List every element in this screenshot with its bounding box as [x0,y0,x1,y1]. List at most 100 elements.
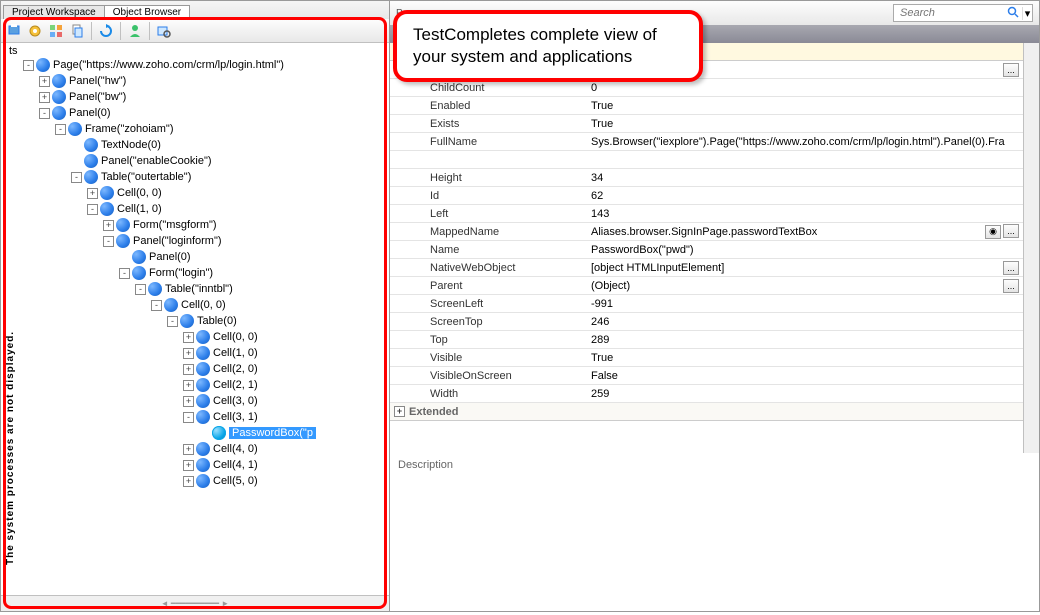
tree-node[interactable]: -Panel(0) [7,105,387,121]
tree-node[interactable]: +Cell(2, 0) [7,361,387,377]
print-icon[interactable] [5,22,23,40]
property-value[interactable]: False [585,370,1023,382]
value-action-button[interactable]: ... [1003,224,1019,238]
tree-node[interactable]: -Page("https://www.zoho.com/crm/lp/login… [7,57,387,73]
tree-node[interactable]: Panel(0) [7,249,387,265]
search-input[interactable] [894,5,1004,21]
value-action-button[interactable]: ... [1003,63,1019,77]
expand-icon[interactable]: + [103,220,114,231]
person-icon[interactable] [126,22,144,40]
tree-node[interactable]: TextNode(0) [7,137,387,153]
tree-node[interactable]: +Cell(0, 0) [7,329,387,345]
property-row[interactable]: Height34 [390,169,1023,187]
property-value[interactable]: PasswordBox("pwd") [585,244,1023,256]
grid-icon[interactable] [47,22,65,40]
property-value[interactable]: -991 [585,298,1023,310]
tree-node[interactable]: +Cell(4, 1) [7,457,387,473]
property-row[interactable]: Width259 [390,385,1023,403]
property-value[interactable]: 246 [585,316,1023,328]
property-value[interactable]: 34 [585,172,1023,184]
tree-node[interactable]: +Cell(0, 0) [7,185,387,201]
property-value[interactable]: True [585,100,1023,112]
property-row[interactable]: Id62 [390,187,1023,205]
property-row[interactable]: NamePasswordBox("pwd") [390,241,1023,259]
value-action-button[interactable]: ◉ [985,225,1001,239]
find-icon[interactable] [155,22,173,40]
value-action-button[interactable]: ... [1003,279,1019,293]
property-value[interactable]: True [585,352,1023,364]
expand-icon[interactable]: + [39,76,50,87]
tree-node[interactable]: +Cell(1, 0) [7,345,387,361]
collapse-icon[interactable]: - [71,172,82,183]
tree-node[interactable]: -Table("inntbl") [7,281,387,297]
property-row[interactable]: FullNameSys.Browser("iexplore").Page("ht… [390,133,1023,151]
tree-node[interactable]: PasswordBox("p [7,425,387,441]
object-tree[interactable]: ts -Page("https://www.zoho.com/crm/lp/lo… [1,43,389,595]
tab-object-browser[interactable]: Object Browser [104,5,190,19]
collapse-icon[interactable]: - [119,268,130,279]
tree-node[interactable]: -Form("login") [7,265,387,281]
tree-node[interactable]: -Panel("loginform") [7,233,387,249]
tree-node[interactable]: +Form("msgform") [7,217,387,233]
property-value[interactable]: 0 [585,82,1023,94]
horizontal-scrollbar[interactable]: ◄ ━━━━━━━━━━ ► [1,595,389,611]
expand-icon[interactable]: + [183,380,194,391]
tree-node[interactable]: +Cell(4, 0) [7,441,387,457]
tree-node[interactable]: -Cell(0, 0) [7,297,387,313]
collapse-icon[interactable]: - [55,124,66,135]
expand-extended-icon[interactable]: + [394,406,405,417]
property-value[interactable]: 62 [585,190,1023,202]
property-row[interactable]: ExistsTrue [390,115,1023,133]
collapse-icon[interactable]: - [23,60,34,71]
property-row[interactable]: VisibleTrue [390,349,1023,367]
property-value[interactable]: (Object)... [585,279,1023,293]
property-row[interactable]: Top289 [390,331,1023,349]
tree-node[interactable]: -Frame("zohoiam") [7,121,387,137]
expand-icon[interactable]: + [39,92,50,103]
property-row[interactable]: NativeWebObject[object HTMLInputElement]… [390,259,1023,277]
copy-icon[interactable] [68,22,86,40]
property-row[interactable]: ScreenLeft-991 [390,295,1023,313]
property-value[interactable]: True [585,118,1023,130]
collapse-icon[interactable]: - [39,108,50,119]
tree-node[interactable]: -Cell(3, 1) [7,409,387,425]
tree-node[interactable]: -Table("outertable") [7,169,387,185]
search-icon[interactable] [1004,6,1022,21]
property-value[interactable]: [object HTMLInputElement]... [585,261,1023,275]
gear-icon[interactable] [26,22,44,40]
tree-node[interactable]: -Cell(1, 0) [7,201,387,217]
property-row[interactable]: MappedNameAliases.browser.SignInPage.pas… [390,223,1023,241]
collapse-icon[interactable]: - [183,412,194,423]
expand-icon[interactable]: + [183,364,194,375]
tab-project-workspace[interactable]: Project Workspace [3,5,105,19]
expand-icon[interactable]: + [183,396,194,407]
search-dropdown-icon[interactable]: ▾ [1022,7,1032,20]
property-row[interactable] [390,151,1023,169]
expand-icon[interactable]: + [183,348,194,359]
collapse-icon[interactable]: - [103,236,114,247]
property-row[interactable]: VisibleOnScreenFalse [390,367,1023,385]
expand-icon[interactable]: + [183,444,194,455]
tree-node[interactable]: -Table(0) [7,313,387,329]
property-row[interactable]: EnabledTrue [390,97,1023,115]
tree-node[interactable]: +Cell(2, 1) [7,377,387,393]
tree-node[interactable]: +Cell(5, 0) [7,473,387,489]
property-row[interactable]: Parent(Object)... [390,277,1023,295]
collapse-icon[interactable]: - [151,300,162,311]
property-value[interactable]: 259 [585,388,1023,400]
property-value[interactable]: 143 [585,208,1023,220]
expand-icon[interactable]: + [87,188,98,199]
property-row[interactable]: Left143 [390,205,1023,223]
property-value[interactable]: 289 [585,334,1023,346]
expand-icon[interactable]: + [183,332,194,343]
expand-icon[interactable]: + [183,476,194,487]
tree-node[interactable]: +Panel("hw") [7,73,387,89]
value-action-button[interactable]: ... [1003,261,1019,275]
tree-node[interactable]: +Cell(3, 0) [7,393,387,409]
refresh-icon[interactable] [97,22,115,40]
search-box[interactable]: ▾ [893,4,1033,22]
property-row[interactable]: ScreenTop246 [390,313,1023,331]
property-value[interactable]: Sys.Browser("iexplore").Page("https://ww… [585,136,1023,148]
collapse-icon[interactable]: - [87,204,98,215]
expand-icon[interactable]: + [183,460,194,471]
